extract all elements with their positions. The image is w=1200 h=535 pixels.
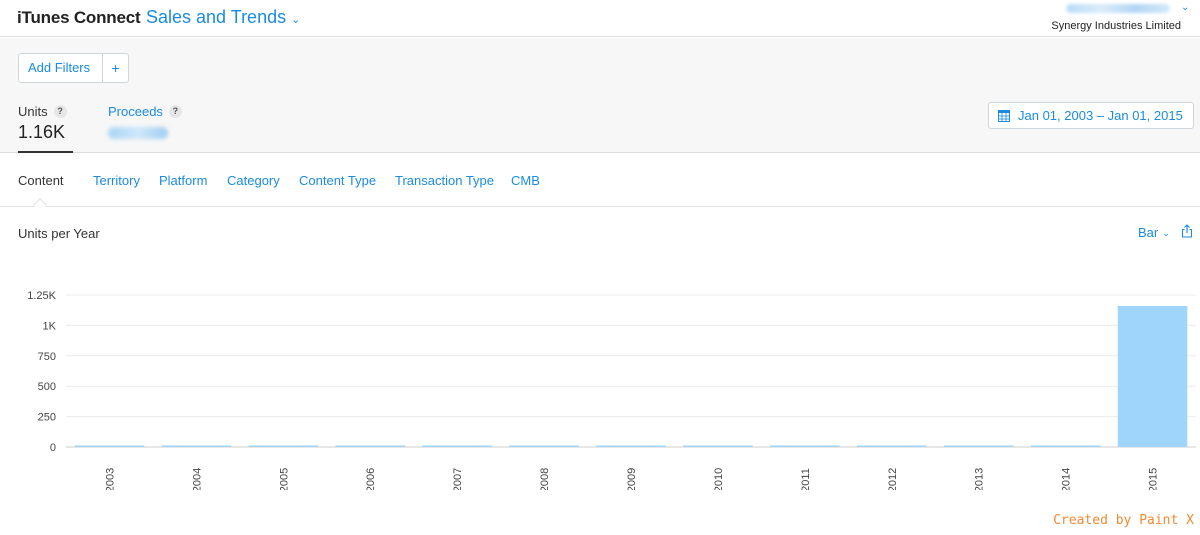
x-tick-label: 2009: [626, 468, 638, 490]
date-range-text[interactable]: Jan 01, 2003 – Jan 01, 2015: [1018, 108, 1183, 123]
tab-cmb[interactable]: CMB: [511, 173, 540, 188]
dimension-tabs: Content Territory Platform Category Cont…: [0, 154, 1200, 213]
x-tick-label: 2010: [713, 468, 725, 490]
y-tick-label: 750: [38, 351, 56, 363]
metric-proceeds[interactable]: Proceeds ?: [108, 104, 182, 139]
x-tick-label: 2013: [974, 468, 986, 490]
date-range-picker[interactable]: Jan 01, 2003 – Jan 01, 2015: [988, 102, 1194, 129]
bar: [683, 445, 753, 447]
x-tick-label: 2003: [104, 468, 116, 490]
bar: [1117, 305, 1188, 447]
bar: [248, 445, 319, 447]
x-tick-label: 2011: [800, 468, 812, 490]
organization-name: Synergy Industries Limited: [1051, 20, 1181, 32]
metric-proceeds-label[interactable]: Proceeds: [108, 104, 163, 119]
module-title[interactable]: Sales and Trends: [146, 7, 286, 28]
tab-transaction-type[interactable]: Transaction Type: [395, 173, 494, 188]
add-filters-button[interactable]: Add Filters: [19, 54, 104, 82]
tab-platform[interactable]: Platform: [159, 173, 207, 188]
watermark-credit: Created by Paint X: [1053, 513, 1194, 528]
chevron-down-icon[interactable]: ⌄: [291, 13, 300, 26]
bar: [161, 445, 232, 447]
bar: [943, 445, 1014, 447]
filter-panel: Add Filters + Units ? 1.16K Proceeds ? J…: [0, 38, 1200, 153]
x-tick-label: 2007: [452, 468, 464, 490]
chevron-down-icon[interactable]: ⌄: [1162, 228, 1170, 240]
active-tab-caret: [32, 197, 48, 213]
bar: [857, 445, 927, 447]
bar: [1030, 445, 1101, 447]
y-tick-label: 250: [38, 412, 56, 424]
metric-units-value: 1.16K: [18, 122, 66, 142]
module-switcher[interactable]: Sales and Trends ⌄: [146, 7, 300, 28]
y-tick-label: 1K: [43, 320, 57, 332]
chart-type-dropdown[interactable]: Bar ⌄: [1138, 225, 1170, 240]
x-tick-label: 2004: [191, 468, 203, 490]
tab-territory[interactable]: Territory: [93, 173, 140, 188]
y-tick-label: 1.25K: [27, 290, 56, 302]
metric-proceeds-value-blurred: [108, 127, 168, 139]
bar: [596, 445, 666, 447]
x-tick-label: 2008: [539, 468, 551, 490]
x-tick-label: 2014: [1061, 468, 1073, 490]
x-tick-label: 2005: [278, 468, 290, 490]
help-icon[interactable]: ?: [168, 105, 182, 118]
bar: [335, 445, 405, 447]
bar: [422, 445, 492, 447]
add-filter-plus-button[interactable]: +: [103, 54, 128, 82]
chart-title: Units per Year: [18, 226, 100, 241]
selected-metric-underline: [18, 151, 73, 153]
bar: [509, 445, 579, 447]
calendar-icon: [998, 109, 1010, 122]
x-tick-label: 2015: [1148, 468, 1160, 490]
app-title: iTunes Connect: [17, 8, 141, 27]
y-tick-label: 0: [50, 442, 56, 454]
units-bar-chart: 0 250 500 750 1K 1.25K 2003 2004 2005 2006 2007 200…: [27, 290, 1196, 490]
help-icon[interactable]: ?: [53, 105, 67, 118]
share-icon[interactable]: [1181, 224, 1193, 238]
account-name-blurred[interactable]: [1066, 4, 1170, 13]
tab-content[interactable]: Content: [18, 173, 64, 188]
chart-type-label[interactable]: Bar: [1138, 225, 1158, 240]
add-filters-control[interactable]: Add Filters +: [18, 53, 130, 83]
bar: [770, 445, 840, 447]
top-bar: iTunes Connect Sales and Trends ⌄ ⌄ Syne…: [0, 0, 1200, 37]
tab-content-type[interactable]: Content Type: [299, 173, 376, 188]
x-tick-label: 2012: [887, 468, 899, 490]
metric-units[interactable]: Units ? 1.16K: [18, 104, 73, 153]
x-tick-label: 2006: [365, 468, 377, 490]
y-tick-label: 500: [38, 381, 56, 393]
chevron-down-icon[interactable]: ⌄: [1181, 2, 1189, 13]
metric-units-label[interactable]: Units: [18, 104, 48, 119]
tab-category[interactable]: Category: [227, 173, 280, 188]
bar: [74, 445, 145, 447]
